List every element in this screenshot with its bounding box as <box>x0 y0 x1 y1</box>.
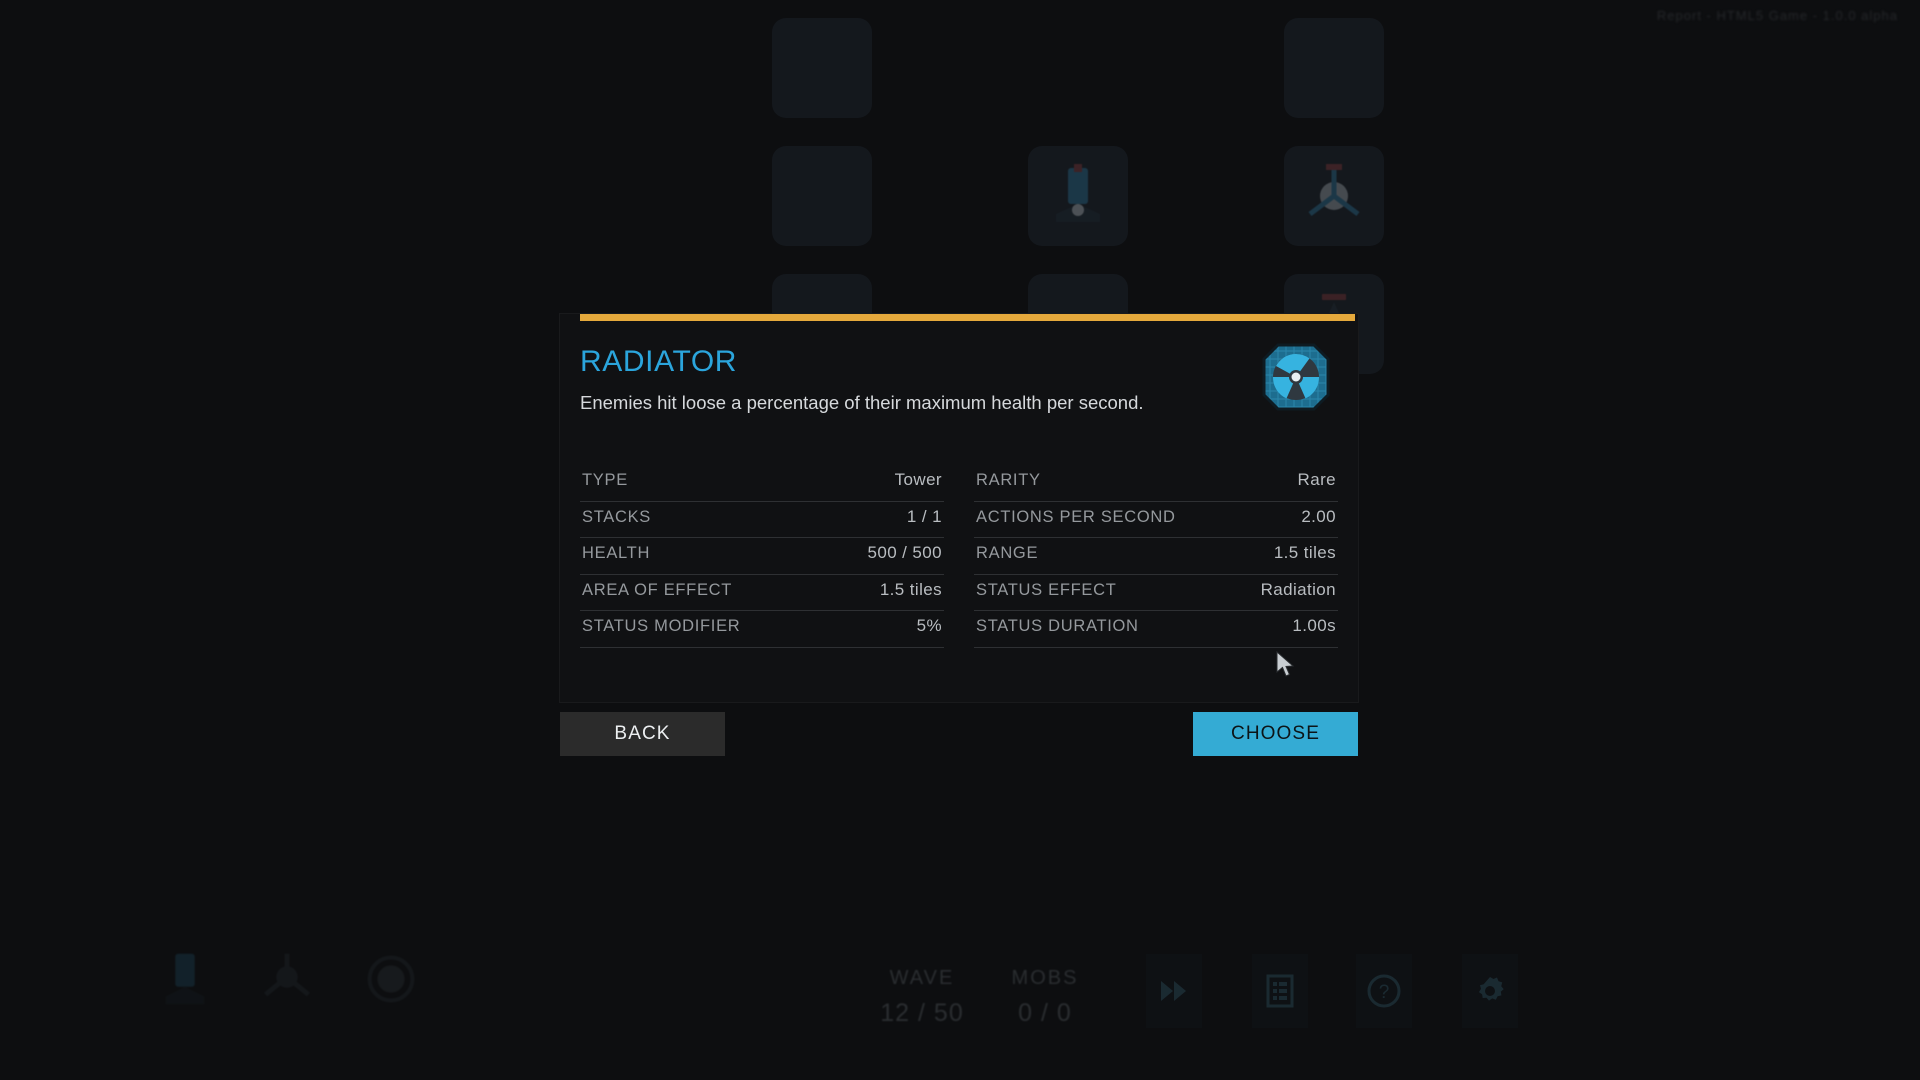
stat-label: STATUS DURATION <box>976 617 1139 635</box>
help-button[interactable]: ? <box>1356 954 1412 1028</box>
radiator-tower-icon <box>1298 160 1370 232</box>
stats-right-column: RARITY Rare ACTIONS PER SECOND 2.00 RANG… <box>974 465 1338 648</box>
stat-value: 2.00 <box>1301 506 1336 526</box>
table-row: STACKS 1 / 1 <box>580 502 944 538</box>
stat-label: STATUS MODIFIER <box>582 617 741 635</box>
stat-label: RARITY <box>976 471 1041 489</box>
question-mark-icon: ? <box>1367 974 1401 1008</box>
stat-value: Rare <box>1297 470 1336 489</box>
radiation-trefoil-icon <box>1262 343 1330 411</box>
card-slot[interactable] <box>1028 18 1128 118</box>
bottom-hud: WAVE 12 / 50 MOBS 0 / 0 ? <box>0 890 1920 1080</box>
dialog-actions: BACK CHOOSE <box>560 712 1358 756</box>
stat-label: STACKS <box>582 507 651 526</box>
stat-value: 500 / 500 <box>867 543 942 562</box>
back-button[interactable]: BACK <box>560 712 725 756</box>
stat-value: 1 / 1 <box>906 506 942 526</box>
build-info-text: Report - HTML5 Game - 1.0.0 alpha <box>1656 8 1898 23</box>
mobs-value: 0 / 0 <box>1018 999 1072 1027</box>
mobs-label: MOBS <box>1011 967 1079 989</box>
item-description: Enemies hit loose a percentage of their … <box>580 392 1144 413</box>
wave-counter: WAVE 12 / 50 <box>857 967 987 1028</box>
gear-icon <box>1478 977 1504 1001</box>
card-slot[interactable] <box>1284 146 1384 246</box>
stats-container: TYPE Tower STACKS 1 / 1 HEALTH 500 / 500… <box>580 465 1338 648</box>
table-row: ACTIONS PER SECOND 2.00 <box>974 502 1338 538</box>
list-icon <box>1266 974 1294 1008</box>
hud-tower-icon-1[interactable] <box>150 944 220 1014</box>
choose-button[interactable]: CHOOSE <box>1193 712 1358 756</box>
wave-value: 12 / 50 <box>880 999 964 1027</box>
dialog-body: RADIATOR Enemies hit loose a percentage … <box>560 321 1358 702</box>
settings-button[interactable] <box>1462 954 1518 1028</box>
rarity-accent-bar <box>580 314 1355 321</box>
stat-value: 1.00s <box>1292 616 1336 635</box>
mobs-counter: MOBS 0 / 0 <box>980 967 1110 1028</box>
fast-forward-icon <box>1161 981 1186 1001</box>
table-row: STATUS MODIFIER 5% <box>580 611 944 648</box>
stat-label: AREA OF EFFECT <box>582 580 733 599</box>
stats-left-column: TYPE Tower STACKS 1 / 1 HEALTH 500 / 500… <box>580 465 944 648</box>
card-slot[interactable] <box>1028 146 1128 246</box>
table-row: TYPE Tower <box>580 465 944 502</box>
stat-label: HEALTH <box>582 544 651 562</box>
card-slot[interactable] <box>1284 18 1384 118</box>
table-row: RANGE 1.5 tiles <box>974 538 1338 575</box>
card-slot[interactable] <box>772 18 872 118</box>
stat-value: 1.5 tiles <box>1273 543 1336 562</box>
game-screen: Report - HTML5 Game - 1.0.0 alpha WAVE 1… <box>0 0 1920 1080</box>
stat-label: TYPE <box>582 471 628 489</box>
stat-value: 5% <box>916 616 942 635</box>
svg-text:?: ? <box>1379 982 1390 1003</box>
table-row: HEALTH 500 / 500 <box>580 538 944 575</box>
hud-tower-icon-2[interactable] <box>252 944 322 1014</box>
turret-tower-icon <box>1042 160 1114 232</box>
stat-label: RANGE <box>976 544 1039 562</box>
table-row: STATUS DURATION 1.00s <box>974 611 1338 648</box>
table-row: RARITY Rare <box>974 465 1338 502</box>
stat-value: Tower <box>894 470 942 489</box>
stat-value: 1.5 tiles <box>879 579 942 599</box>
card-slot[interactable] <box>772 146 872 246</box>
stat-label: ACTIONS PER SECOND <box>976 507 1176 526</box>
hud-tower-icon-3[interactable] <box>356 944 426 1014</box>
fast-forward-button[interactable] <box>1146 954 1202 1028</box>
item-detail-dialog: RADIATOR Enemies hit loose a percentage … <box>560 314 1358 702</box>
log-button[interactable] <box>1252 954 1308 1028</box>
wave-label: WAVE <box>889 967 955 989</box>
page-title: RADIATOR <box>580 345 738 378</box>
table-row: STATUS EFFECT Radiation <box>974 575 1338 611</box>
stat-value: Radiation <box>1260 579 1336 599</box>
table-row: AREA OF EFFECT 1.5 tiles <box>580 575 944 611</box>
stat-label: STATUS EFFECT <box>976 580 1117 599</box>
